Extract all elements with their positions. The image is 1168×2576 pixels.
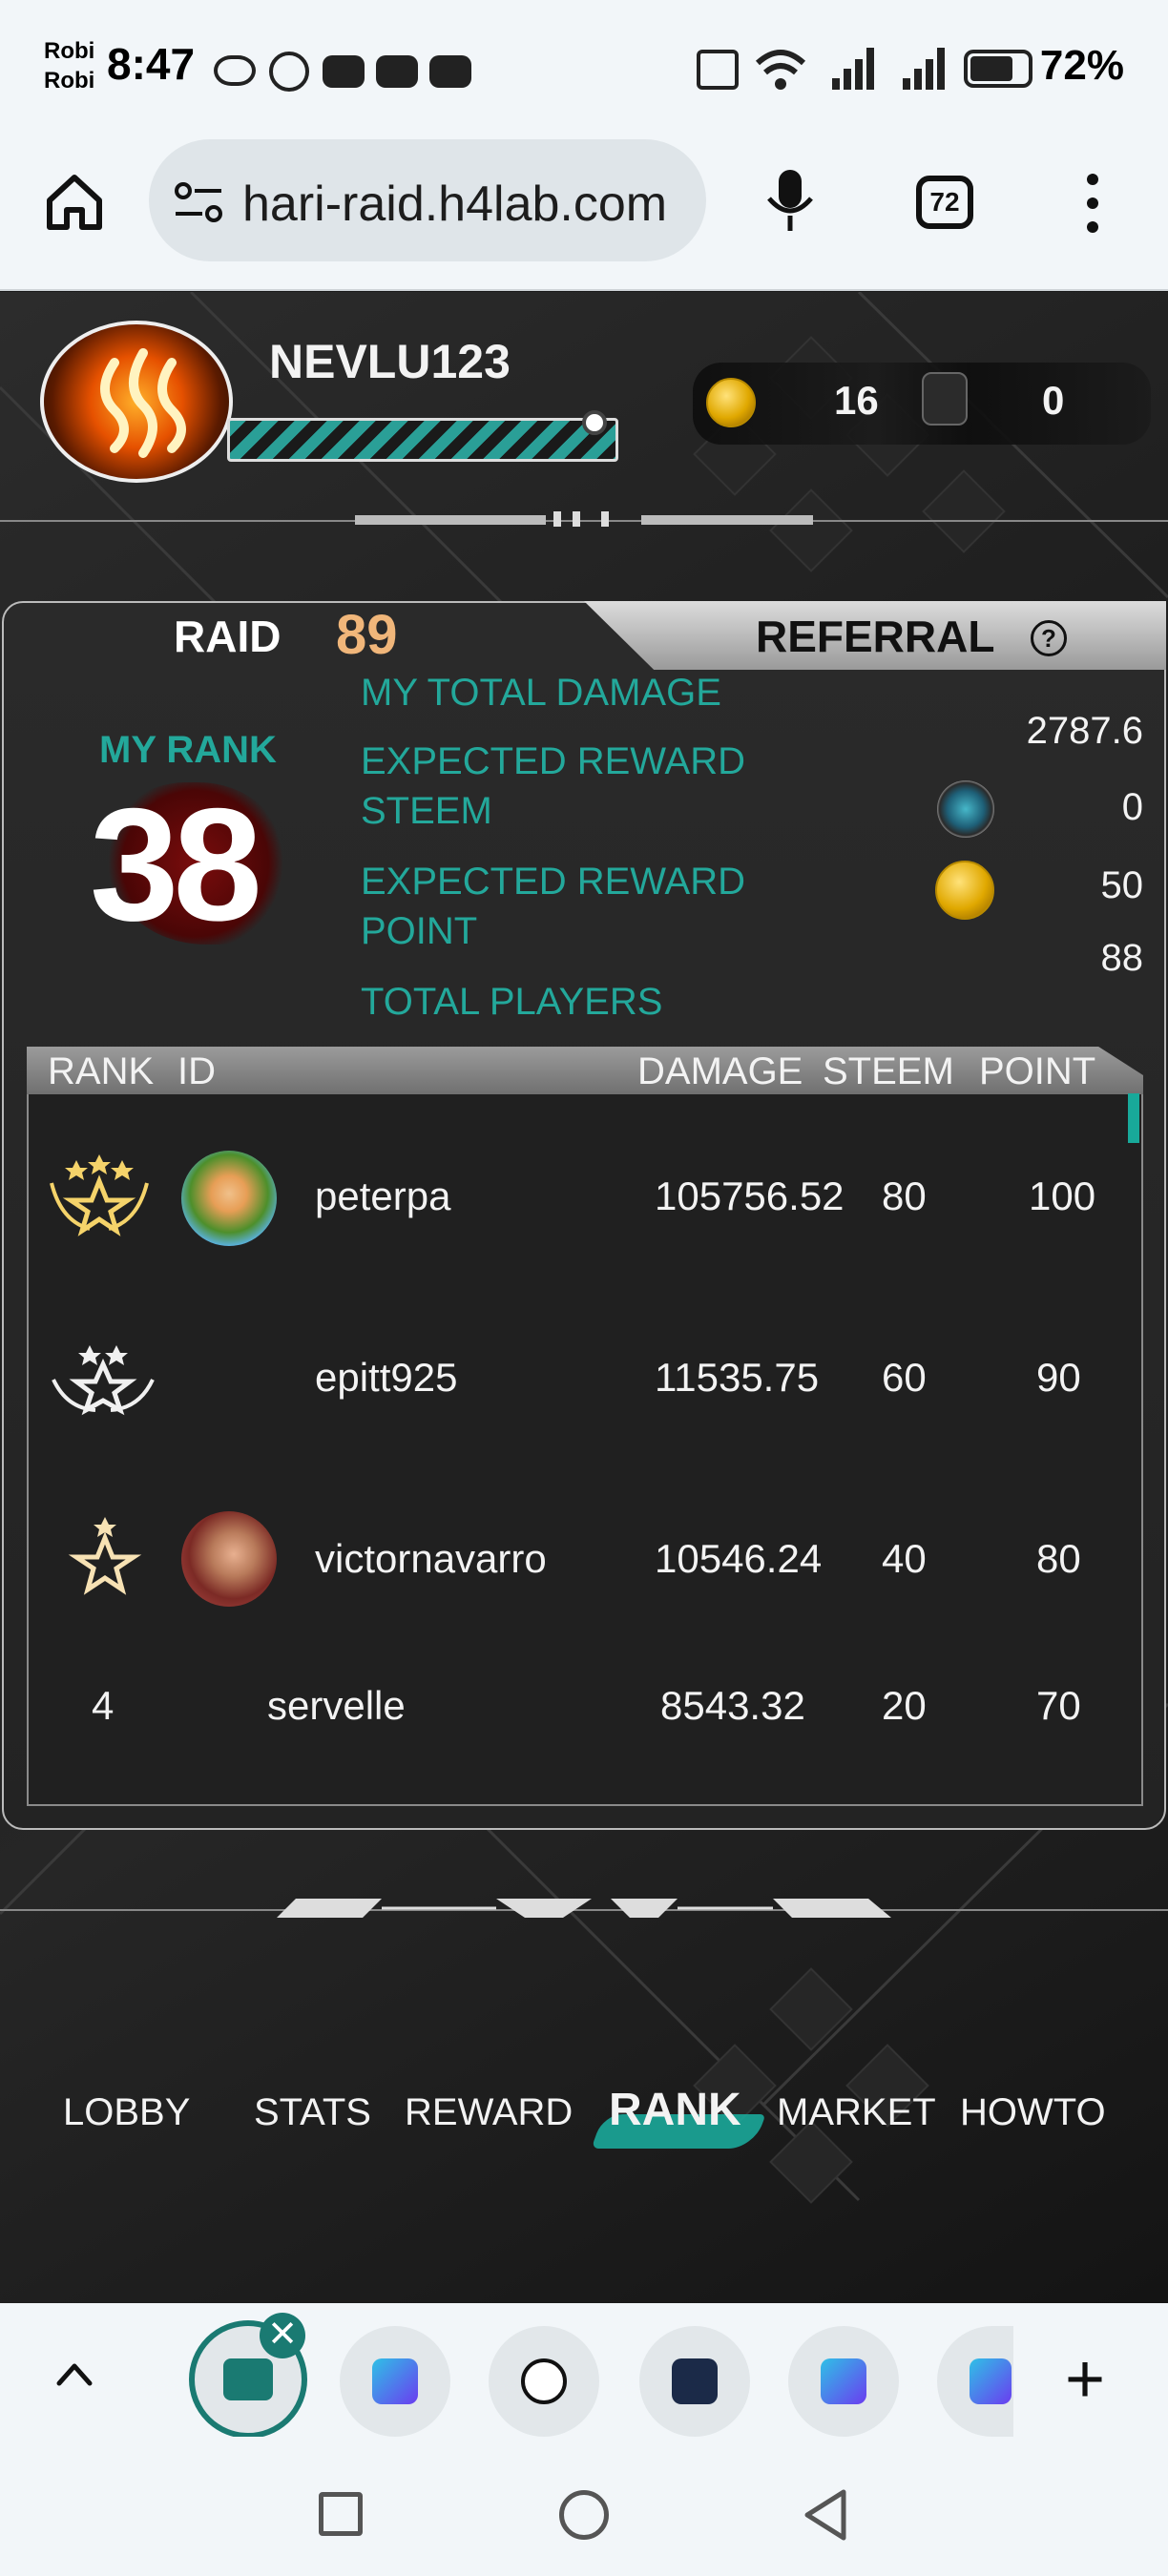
row-damage: 8543.32 bbox=[660, 1683, 805, 1728]
close-tab-icon[interactable]: ✕ bbox=[260, 2313, 305, 2358]
raid-number: 89 bbox=[336, 604, 398, 666]
reward-steem-value: 0 bbox=[1121, 786, 1143, 828]
signal-icon bbox=[832, 48, 874, 90]
facebook-icon bbox=[269, 52, 309, 92]
vibrate-icon bbox=[697, 50, 739, 90]
discord-icon bbox=[429, 55, 471, 88]
reward-steem-label: EXPECTED REWARD STEEM bbox=[361, 737, 781, 836]
tab-referral-label[interactable]: REFERRAL bbox=[756, 611, 994, 662]
carrier-2: Robi bbox=[44, 68, 95, 93]
home-icon[interactable] bbox=[44, 172, 105, 231]
my-rank-value: 38 bbox=[90, 775, 262, 954]
reward-point-label-line1: EXPECTED REWARD bbox=[361, 861, 746, 903]
reward-steem-label-line1: EXPECTED REWARD bbox=[361, 740, 746, 782]
game-app-icon bbox=[672, 2358, 718, 2404]
steem-logo-icon bbox=[100, 348, 186, 458]
canva-icon bbox=[821, 2358, 866, 2404]
row-steem: 60 bbox=[882, 1355, 927, 1400]
row-point: 90 bbox=[1036, 1355, 1081, 1400]
point-coin-icon bbox=[706, 378, 756, 427]
frame-decoration bbox=[277, 1899, 891, 1918]
row-steem: 80 bbox=[882, 1174, 927, 1218]
more-menu-icon[interactable] bbox=[1078, 172, 1107, 235]
nav-stats[interactable]: STATS bbox=[254, 2091, 371, 2134]
discord-icon bbox=[323, 55, 365, 88]
experience-bar bbox=[227, 418, 618, 462]
total-players-label: TOTAL PLAYERS bbox=[361, 981, 663, 1023]
header-point: POINT bbox=[979, 1050, 1096, 1092]
row-point: 100 bbox=[1029, 1174, 1096, 1218]
row-id: servelle bbox=[267, 1683, 406, 1728]
signal-icon bbox=[903, 48, 945, 90]
steem-coin-icon bbox=[937, 780, 994, 838]
recents-icon[interactable] bbox=[319, 2492, 363, 2536]
row-damage: 105756.52 bbox=[655, 1174, 845, 1218]
tab-switcher-button[interactable]: 72 bbox=[916, 176, 973, 229]
header-rank: RANK bbox=[48, 1050, 155, 1092]
row-damage: 11535.75 bbox=[655, 1355, 820, 1400]
row-steem: 40 bbox=[882, 1536, 927, 1581]
h4-tab-icon bbox=[223, 2358, 273, 2400]
bronze-rank-badge-icon bbox=[68, 1517, 142, 1595]
header-steem: STEEM bbox=[823, 1050, 954, 1092]
avatar bbox=[181, 1511, 277, 1607]
home-circle-icon[interactable] bbox=[559, 2490, 609, 2540]
canva-icon bbox=[372, 2358, 418, 2404]
help-icon[interactable]: ? bbox=[1031, 620, 1067, 656]
silver-rank-badge-icon bbox=[52, 1345, 155, 1416]
reward-steem-label-line2: STEEM bbox=[361, 790, 492, 832]
experience-bar-marker bbox=[582, 410, 607, 435]
microphone-icon[interactable] bbox=[763, 168, 817, 235]
point-coin-icon bbox=[935, 861, 994, 920]
carrier-1: Robi bbox=[44, 38, 95, 64]
nav-reward[interactable]: REWARD bbox=[405, 2091, 573, 2134]
row-point: 80 bbox=[1036, 1536, 1081, 1581]
points-balance: 16 bbox=[834, 378, 879, 423]
row-steem: 20 bbox=[882, 1683, 927, 1728]
wifi-icon bbox=[755, 50, 806, 90]
back-icon[interactable] bbox=[802, 2488, 849, 2542]
chevron-up-icon[interactable] bbox=[55, 2360, 94, 2389]
row-damage: 10546.24 bbox=[655, 1536, 823, 1581]
row-rank: 4 bbox=[92, 1683, 115, 1728]
row-id: peterpa bbox=[315, 1174, 451, 1218]
total-players-value: 88 bbox=[1100, 937, 1144, 979]
clock: 8:47 bbox=[107, 39, 196, 89]
nav-rank[interactable]: RANK bbox=[609, 2084, 741, 2136]
discord-logo-icon bbox=[521, 2358, 567, 2404]
row-id: victornavarro bbox=[315, 1536, 547, 1581]
new-tab-button[interactable]: + bbox=[1065, 2345, 1105, 2414]
battery-percent: 72% bbox=[1039, 42, 1124, 89]
ticket-icon bbox=[922, 372, 968, 426]
tab-raid-label[interactable]: RAID bbox=[174, 611, 281, 662]
canva-icon bbox=[970, 2358, 1012, 2404]
avatar bbox=[181, 1151, 277, 1246]
player-name: NEVLU123 bbox=[269, 335, 511, 388]
row-point: 70 bbox=[1036, 1683, 1081, 1728]
total-damage-value: 2787.6 bbox=[1026, 710, 1143, 752]
carrier-label: Robi Robi bbox=[44, 36, 94, 95]
my-rank-label: MY RANK bbox=[99, 729, 277, 771]
header-id: ID bbox=[177, 1050, 216, 1092]
gold-rank-badge-icon bbox=[50, 1154, 149, 1236]
nav-lobby[interactable]: LOBBY bbox=[63, 2091, 190, 2134]
nav-market[interactable]: MARKET bbox=[777, 2091, 936, 2134]
table-scrollbar[interactable] bbox=[1128, 1093, 1139, 1143]
reward-point-label: EXPECTED REWARD POINT bbox=[361, 857, 781, 956]
site-settings-icon[interactable] bbox=[174, 181, 223, 223]
reward-point-label-line2: POINT bbox=[361, 910, 478, 952]
eye-icon bbox=[214, 55, 256, 86]
battery-icon bbox=[964, 50, 1032, 88]
header-damage: DAMAGE bbox=[637, 1050, 803, 1092]
reward-point-value: 50 bbox=[1100, 864, 1144, 906]
tickets-balance: 0 bbox=[1042, 378, 1065, 423]
row-id: epitt925 bbox=[315, 1355, 458, 1400]
nav-howto[interactable]: HOWTO bbox=[960, 2091, 1106, 2134]
url-text[interactable]: hari-raid.h4lab.com bbox=[242, 176, 691, 233]
total-damage-label: MY TOTAL DAMAGE bbox=[361, 672, 721, 714]
discord-icon bbox=[376, 55, 418, 88]
